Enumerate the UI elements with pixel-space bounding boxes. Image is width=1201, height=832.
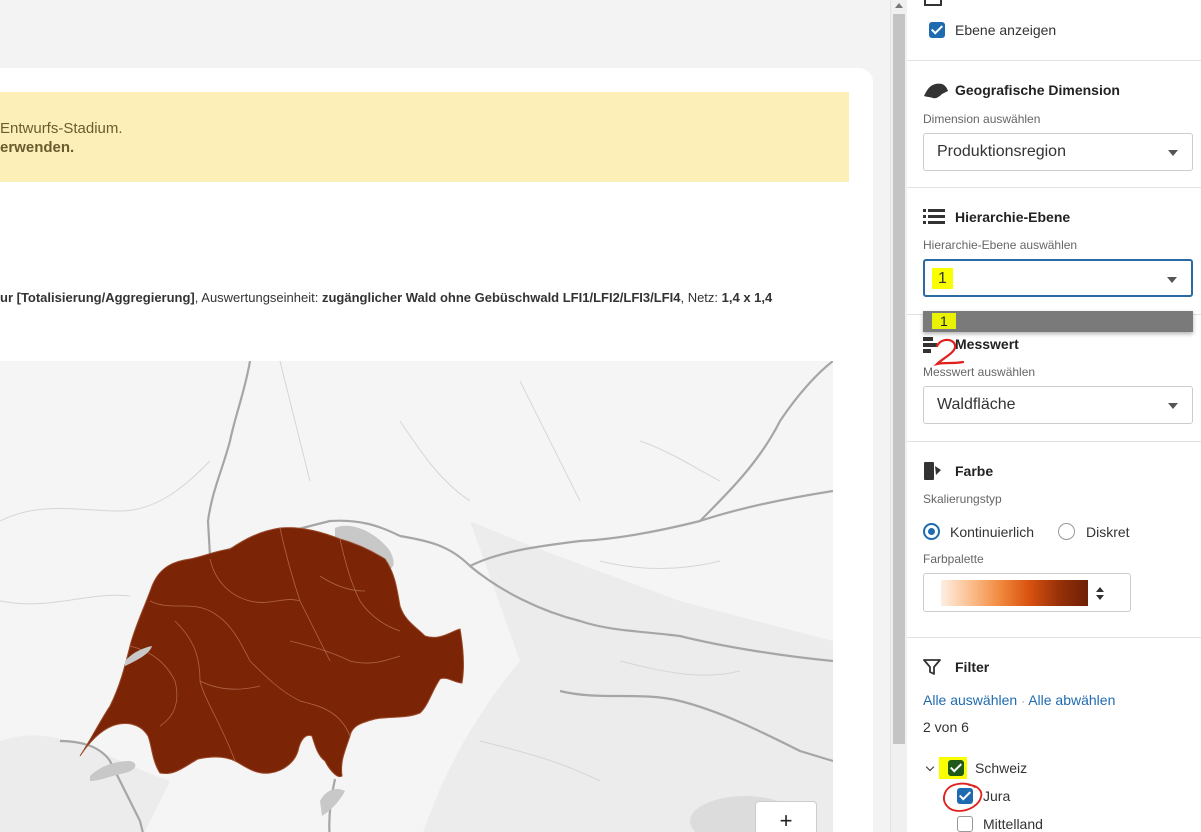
measure-value: Waldfläche [937, 396, 1016, 413]
show-layer-checkbox[interactable] [929, 22, 945, 38]
hierarchy-dropdown-list: 1 [923, 311, 1193, 332]
chart-metadata: ur [Totalisierung/Aggregierung], Auswert… [0, 290, 860, 305]
meta-unit-value: zugänglicher Wald ohne Gebüschwald LFI1/… [321, 290, 681, 305]
geo-dimension-select[interactable]: Produktionsregion [923, 133, 1193, 171]
geo-dimension-label: Dimension auswählen [923, 112, 1041, 126]
scale-type-label: Skalierungstyp [923, 492, 1002, 506]
main-area: Entwurfs-Stadium. erwenden. ur [Totalisi… [0, 0, 890, 832]
select-all-link[interactable]: Alle auswählen [923, 692, 1017, 708]
meta-grid-value: 1,4 x 1,4 [721, 290, 773, 305]
chevron-down-icon [1168, 150, 1178, 156]
zoom-in-button[interactable]: + [755, 801, 817, 832]
scroll-up-arrow-icon[interactable] [895, 3, 903, 8]
scrollbar[interactable] [890, 0, 907, 832]
discrete-label: Diskret [1086, 524, 1130, 540]
filter-icon [923, 659, 941, 675]
discrete-radio[interactable] [1058, 523, 1075, 540]
hierarchy-section: Hierarchie-Ebene Hierarchie-Ebene auswäh… [907, 187, 1201, 314]
chevron-down-icon[interactable] [925, 762, 935, 772]
hierarchy-select[interactable]: 1 [923, 259, 1193, 297]
continuous-label: Kontinuierlich [950, 524, 1035, 540]
show-layer-label: Ebene anzeigen [955, 22, 1057, 38]
warning-line-2: erwenden. [0, 139, 75, 156]
palette-gradient [941, 580, 1088, 606]
scrollbar-thumb[interactable] [893, 14, 905, 744]
schweiz-checkbox[interactable] [948, 760, 964, 776]
hierarchy-option-1[interactable]: 1 [932, 313, 956, 329]
hierarchy-title: Hierarchie-Ebene [955, 209, 1071, 225]
meta-unit-label: , Auswertungseinheit: [194, 290, 322, 305]
map-canvas[interactable] [0, 361, 833, 832]
mittelland-checkbox[interactable] [957, 816, 973, 832]
options-panel: Ebene anzeigen Geografische Dimension Di… [907, 0, 1201, 832]
continuous-radio[interactable] [923, 523, 940, 540]
measure-select[interactable]: Waldfläche [923, 386, 1193, 424]
filter-section: Filter Alle auswählen · Alle abwählen 2 … [907, 637, 1201, 832]
chevron-down-icon [1167, 277, 1177, 283]
geo-dimension-title: Geografische Dimension [955, 82, 1120, 98]
filter-count: 2 von 6 [923, 719, 969, 735]
chart-card: Entwurfs-Stadium. erwenden. ur [Totalisi… [0, 68, 873, 832]
paint-bucket-icon [924, 462, 941, 480]
switzerland-map-icon [924, 83, 948, 99]
geo-dimension-value: Produktionsregion [937, 143, 1066, 160]
filter-title: Filter [955, 659, 990, 675]
sort-arrows-down-icon [1096, 595, 1104, 600]
map-svg [0, 361, 833, 832]
meta-aggregation: ur [Totalisierung/Aggregierung] [0, 290, 195, 305]
hierarchy-label: Hierarchie-Ebene auswählen [923, 238, 1078, 252]
chevron-down-icon [1168, 403, 1178, 409]
list-icon [923, 209, 945, 224]
filter-action-separator: · [1021, 694, 1026, 708]
mittelland-label: Mittelland [983, 816, 1043, 832]
warning-line-1: Entwurfs-Stadium. [0, 120, 123, 137]
filter-actions: Alle auswählen · Alle abwählen [923, 692, 1115, 708]
meta-grid-label: , Netz: [680, 290, 722, 305]
step-annotation-2 [933, 338, 965, 367]
hierarchy-value: 1 [932, 268, 953, 289]
palette-label: Farbpalette [923, 552, 984, 566]
layer-icon [924, 0, 942, 6]
sort-arrows-icon [1096, 587, 1104, 592]
palette-select[interactable] [923, 573, 1131, 612]
schweiz-label: Schweiz [975, 760, 1028, 776]
deselect-all-link[interactable]: Alle abwählen [1028, 692, 1115, 708]
draft-warning-banner: Entwurfs-Stadium. erwenden. [0, 92, 849, 182]
color-title: Farbe [955, 463, 994, 479]
color-section: Farbe Skalierungstyp Kontinuierlich Disk… [907, 441, 1201, 637]
measure-section: Messwert Messwert auswählen Waldfläche [907, 314, 1201, 441]
geo-dimension-section: Geografische Dimension Dimension auswähl… [907, 60, 1201, 187]
